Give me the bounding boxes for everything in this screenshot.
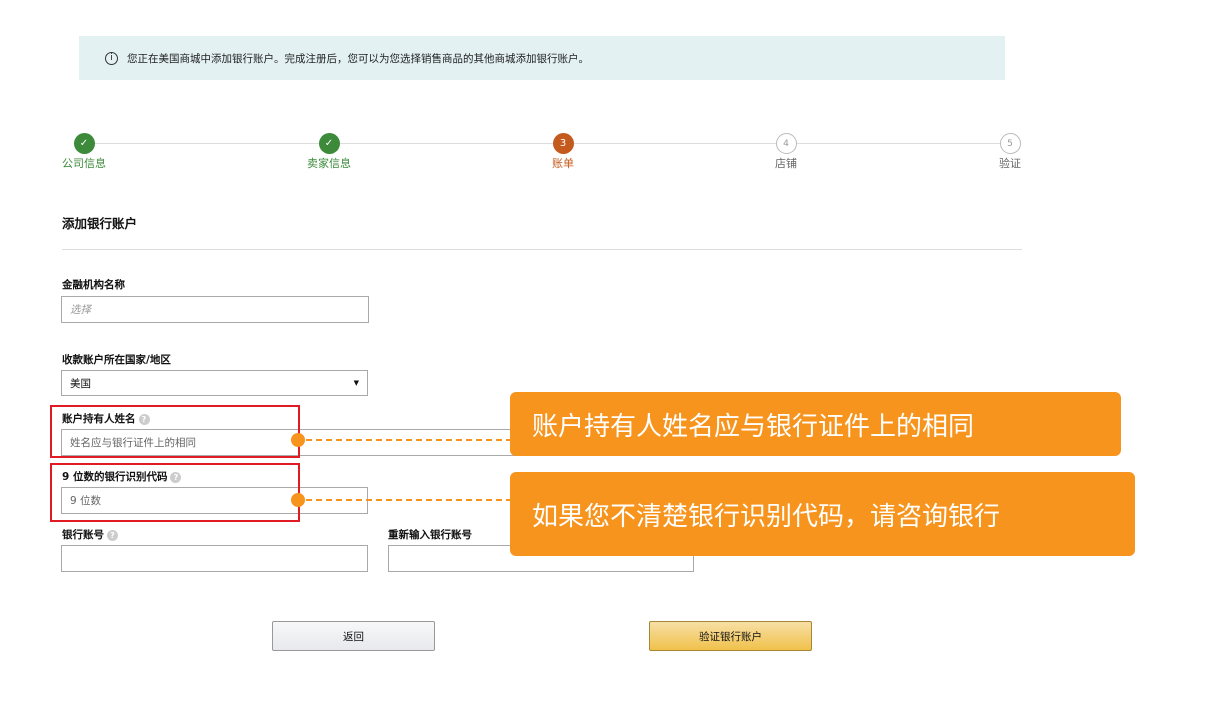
step-label: 店铺 bbox=[746, 155, 826, 171]
dropdown-icon: ▼ bbox=[354, 379, 359, 387]
help-icon[interactable]: ? bbox=[107, 530, 118, 541]
back-button[interactable]: 返回 bbox=[272, 621, 435, 651]
check-icon: ✓ bbox=[319, 133, 340, 154]
callout-anchor-dot bbox=[291, 433, 305, 447]
account-label: 银行账号? bbox=[62, 527, 118, 542]
divider bbox=[62, 249, 1022, 250]
institution-input[interactable]: 选择 bbox=[61, 296, 369, 323]
country-select[interactable]: 美国 ▼ bbox=[61, 370, 368, 396]
country-value: 美国 bbox=[70, 376, 91, 391]
institution-label: 金融机构名称 bbox=[62, 277, 125, 292]
step-seller-info: ✓卖家信息 bbox=[289, 133, 369, 171]
check-icon: ✓ bbox=[74, 133, 95, 154]
callout-connector bbox=[306, 499, 512, 501]
callout-routing-code: 如果您不清楚银行识别代码，请咨询银行 bbox=[510, 472, 1135, 556]
step-number: 5 bbox=[1000, 133, 1021, 154]
callout-anchor-dot bbox=[291, 493, 305, 507]
step-verify: 5验证 bbox=[970, 133, 1050, 171]
step-label: 验证 bbox=[970, 155, 1050, 171]
step-label: 卖家信息 bbox=[289, 155, 369, 171]
banner-text: 您正在美国商城中添加银行账户。完成注册后，您可以为您选择销售商品的其他商城添加银… bbox=[127, 51, 589, 66]
verify-bank-account-button[interactable]: 验证银行账户 bbox=[649, 621, 812, 651]
account-input[interactable] bbox=[61, 545, 368, 572]
step-number: 4 bbox=[776, 133, 797, 154]
step-label: 账单 bbox=[523, 155, 603, 171]
country-label: 收款账户所在国家/地区 bbox=[62, 352, 171, 367]
highlight-box-holder bbox=[50, 405, 300, 458]
section-title: 添加银行账户 bbox=[62, 213, 137, 232]
step-label: 公司信息 bbox=[44, 155, 124, 171]
info-icon: i bbox=[105, 52, 118, 65]
highlight-box-routing bbox=[50, 463, 300, 522]
info-banner: i 您正在美国商城中添加银行账户。完成注册后，您可以为您选择销售商品的其他商城添加… bbox=[79, 36, 1005, 80]
callout-connector bbox=[306, 439, 512, 441]
account-label-text: 银行账号 bbox=[62, 529, 104, 541]
step-billing: 3账单 bbox=[523, 133, 603, 171]
step-store: 4店铺 bbox=[746, 133, 826, 171]
step-number: 3 bbox=[553, 133, 574, 154]
callout-holder-name: 账户持有人姓名应与银行证件上的相同 bbox=[510, 392, 1121, 456]
reaccount-label: 重新输入银行账号 bbox=[388, 527, 472, 542]
step-company-info: ✓公司信息 bbox=[44, 133, 124, 171]
